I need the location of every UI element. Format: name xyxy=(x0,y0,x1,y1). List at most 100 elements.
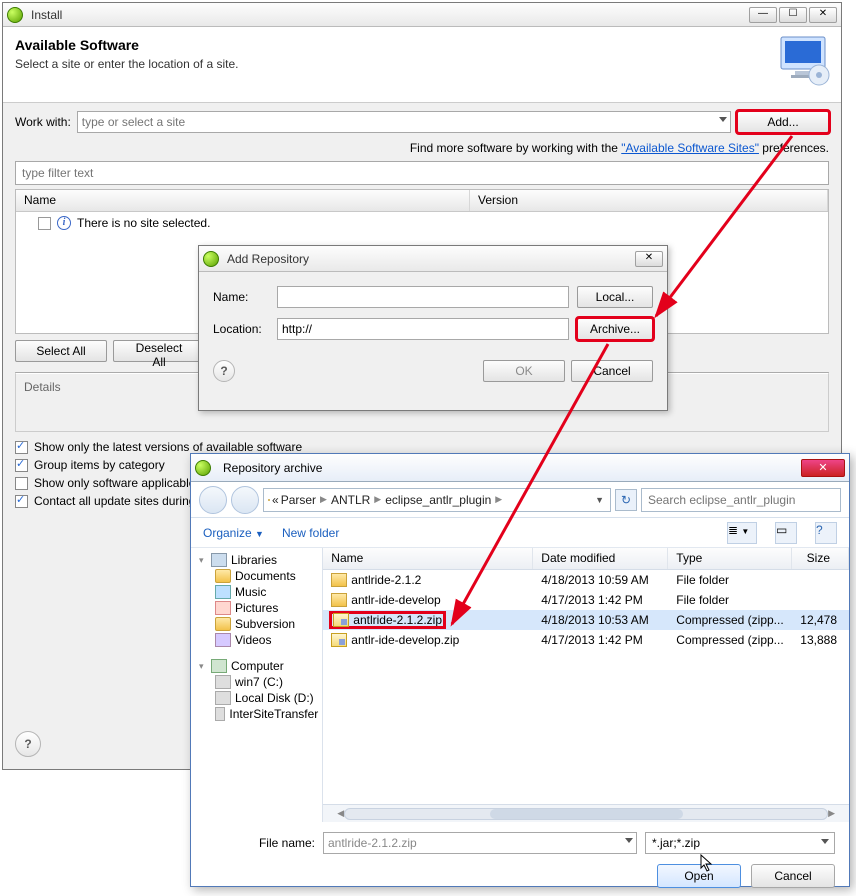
refresh-button[interactable]: ↻ xyxy=(615,489,637,511)
new-folder-button[interactable]: New folder xyxy=(282,526,339,540)
back-button[interactable] xyxy=(199,486,227,514)
help-button[interactable]: ? xyxy=(815,522,837,544)
col-type[interactable]: Type xyxy=(668,548,792,569)
file-type: File folder xyxy=(668,571,792,589)
cancel-button[interactable]: Cancel xyxy=(571,360,653,382)
open-button[interactable]: Open xyxy=(657,864,741,888)
chevron-down-icon[interactable] xyxy=(719,117,727,122)
chevron-right-icon: ▶ xyxy=(372,494,383,505)
scroll-thumb[interactable] xyxy=(490,809,683,819)
close-button[interactable]: ✕ xyxy=(801,459,845,477)
chevron-down-icon: ▼ xyxy=(255,529,264,539)
help-button[interactable]: ? xyxy=(15,731,41,757)
select-all-button[interactable]: Select All xyxy=(15,340,107,362)
col-size[interactable]: Size xyxy=(792,548,849,569)
close-button[interactable]: ✕ xyxy=(635,251,663,267)
install-titlebar[interactable]: Install — ☐ ✕ xyxy=(3,3,841,27)
library-icon xyxy=(211,553,227,567)
drive-icon xyxy=(215,691,231,705)
opt-contact-checkbox[interactable] xyxy=(15,495,28,508)
maximize-button[interactable]: ☐ xyxy=(779,7,807,23)
row-checkbox[interactable] xyxy=(38,217,51,230)
location-input[interactable] xyxy=(277,318,569,340)
filename-combo[interactable] xyxy=(323,832,637,854)
col-name[interactable]: Name xyxy=(323,548,533,569)
preview-pane-button[interactable]: ▭ xyxy=(775,522,797,544)
close-button[interactable]: ✕ xyxy=(809,7,837,23)
available-sites-link[interactable]: "Available Software Sites" xyxy=(621,141,759,155)
file-name: antlride-2.1.2 xyxy=(351,573,421,587)
zip-icon xyxy=(331,633,347,647)
monitor-icon xyxy=(777,33,833,89)
forward-button[interactable] xyxy=(231,486,259,514)
expand-icon[interactable]: ▾ xyxy=(199,555,207,566)
file-row[interactable]: antlr-ide-develop.zip4/17/2013 1:42 PMCo… xyxy=(323,630,849,650)
breadcrumb[interactable]: « Parser▶ ANTLR▶ eclipse_antlr_plugin▶ ▼ xyxy=(263,488,611,512)
opt-applicable-checkbox[interactable] xyxy=(15,477,28,490)
deselect-all-button[interactable]: Deselect All xyxy=(113,340,205,362)
file-chooser-titlebar[interactable]: Repository archive ✕ xyxy=(191,454,849,482)
file-row[interactable]: antlride-2.1.24/18/2013 10:59 AMFile fol… xyxy=(323,570,849,590)
file-name: antlr-ide-develop.zip xyxy=(351,633,459,647)
organize-menu[interactable]: Organize ▼ xyxy=(203,526,264,540)
ok-button[interactable]: OK xyxy=(483,360,565,382)
file-list[interactable]: Name Date modified Type Size antlride-2.… xyxy=(323,548,849,822)
file-row[interactable]: antlride-2.1.2.zip4/18/2013 10:53 AMComp… xyxy=(323,610,849,630)
file-date: 4/17/2013 1:42 PM xyxy=(533,591,668,609)
breadcrumb-item[interactable]: Parser xyxy=(281,493,316,507)
file-row[interactable]: antlr-ide-develop4/17/2013 1:42 PMFile f… xyxy=(323,590,849,610)
minimize-button[interactable]: — xyxy=(749,7,777,23)
drive-icon xyxy=(215,675,231,689)
work-with-combo[interactable] xyxy=(77,111,731,133)
filter-input[interactable] xyxy=(15,161,829,185)
cancel-button[interactable]: Cancel xyxy=(751,864,835,888)
breadcrumb-item[interactable]: eclipse_antlr_plugin xyxy=(385,493,491,507)
opt-group-label: Group items by category xyxy=(34,458,165,472)
archive-button[interactable]: Archive... xyxy=(577,318,653,340)
opt-latest-label: Show only the latest versions of availab… xyxy=(34,440,302,454)
music-icon xyxy=(215,585,231,599)
chevron-down-icon[interactable] xyxy=(821,839,829,844)
breadcrumb-item[interactable]: ANTLR xyxy=(331,493,370,507)
col-version[interactable]: Version xyxy=(470,190,828,211)
folder-tree[interactable]: ▾ Libraries Documents Music Pictures Subv… xyxy=(191,548,323,822)
chevron-down-icon[interactable]: ▼ xyxy=(593,495,606,505)
work-with-input[interactable] xyxy=(77,111,731,133)
add-button[interactable]: Add... xyxy=(737,111,829,133)
tree-item[interactable]: Videos xyxy=(235,633,271,647)
filetype-input[interactable] xyxy=(645,832,835,854)
install-header: Available Software Select a site or ente… xyxy=(3,27,841,103)
opt-group-checkbox[interactable] xyxy=(15,459,28,472)
tree-item[interactable]: Libraries xyxy=(231,553,277,567)
chevron-down-icon[interactable] xyxy=(625,838,633,843)
col-name[interactable]: Name xyxy=(16,190,470,211)
tree-item[interactable]: Documents xyxy=(235,569,296,583)
search-input[interactable] xyxy=(641,488,841,512)
tree-item[interactable]: Music xyxy=(235,585,266,599)
file-type: Compressed (zipp... xyxy=(668,611,792,629)
tree-item[interactable]: Computer xyxy=(231,659,284,673)
tree-item[interactable]: Pictures xyxy=(235,601,278,615)
tree-item[interactable]: Subversion xyxy=(235,617,295,631)
zip-icon xyxy=(333,613,349,627)
install-subheading: Select a site or enter the location of a… xyxy=(15,57,829,71)
view-mode-button[interactable]: ≣ ▼ xyxy=(727,522,757,544)
opt-latest-checkbox[interactable] xyxy=(15,441,28,454)
horizontal-scrollbar[interactable]: ◀ ▶ xyxy=(323,804,849,822)
tree-item[interactable]: InterSiteTransfer xyxy=(229,707,318,721)
tree-item[interactable]: win7 (C:) xyxy=(235,675,283,689)
help-button[interactable]: ? xyxy=(213,360,235,382)
videos-icon xyxy=(215,633,231,647)
file-type: File folder xyxy=(668,591,792,609)
eclipse-icon xyxy=(195,460,211,476)
filename-input[interactable] xyxy=(323,832,637,854)
expand-icon[interactable]: ▾ xyxy=(199,661,207,672)
filetype-combo[interactable] xyxy=(645,832,835,854)
local-button[interactable]: Local... xyxy=(577,286,653,308)
computer-icon xyxy=(211,659,227,673)
tree-item[interactable]: Local Disk (D:) xyxy=(235,691,314,705)
install-heading: Available Software xyxy=(15,37,829,53)
col-date-modified[interactable]: Date modified xyxy=(533,548,668,569)
name-input[interactable] xyxy=(277,286,569,308)
add-repository-dialog: Add Repository ✕ Name: Local... Location… xyxy=(198,245,668,411)
